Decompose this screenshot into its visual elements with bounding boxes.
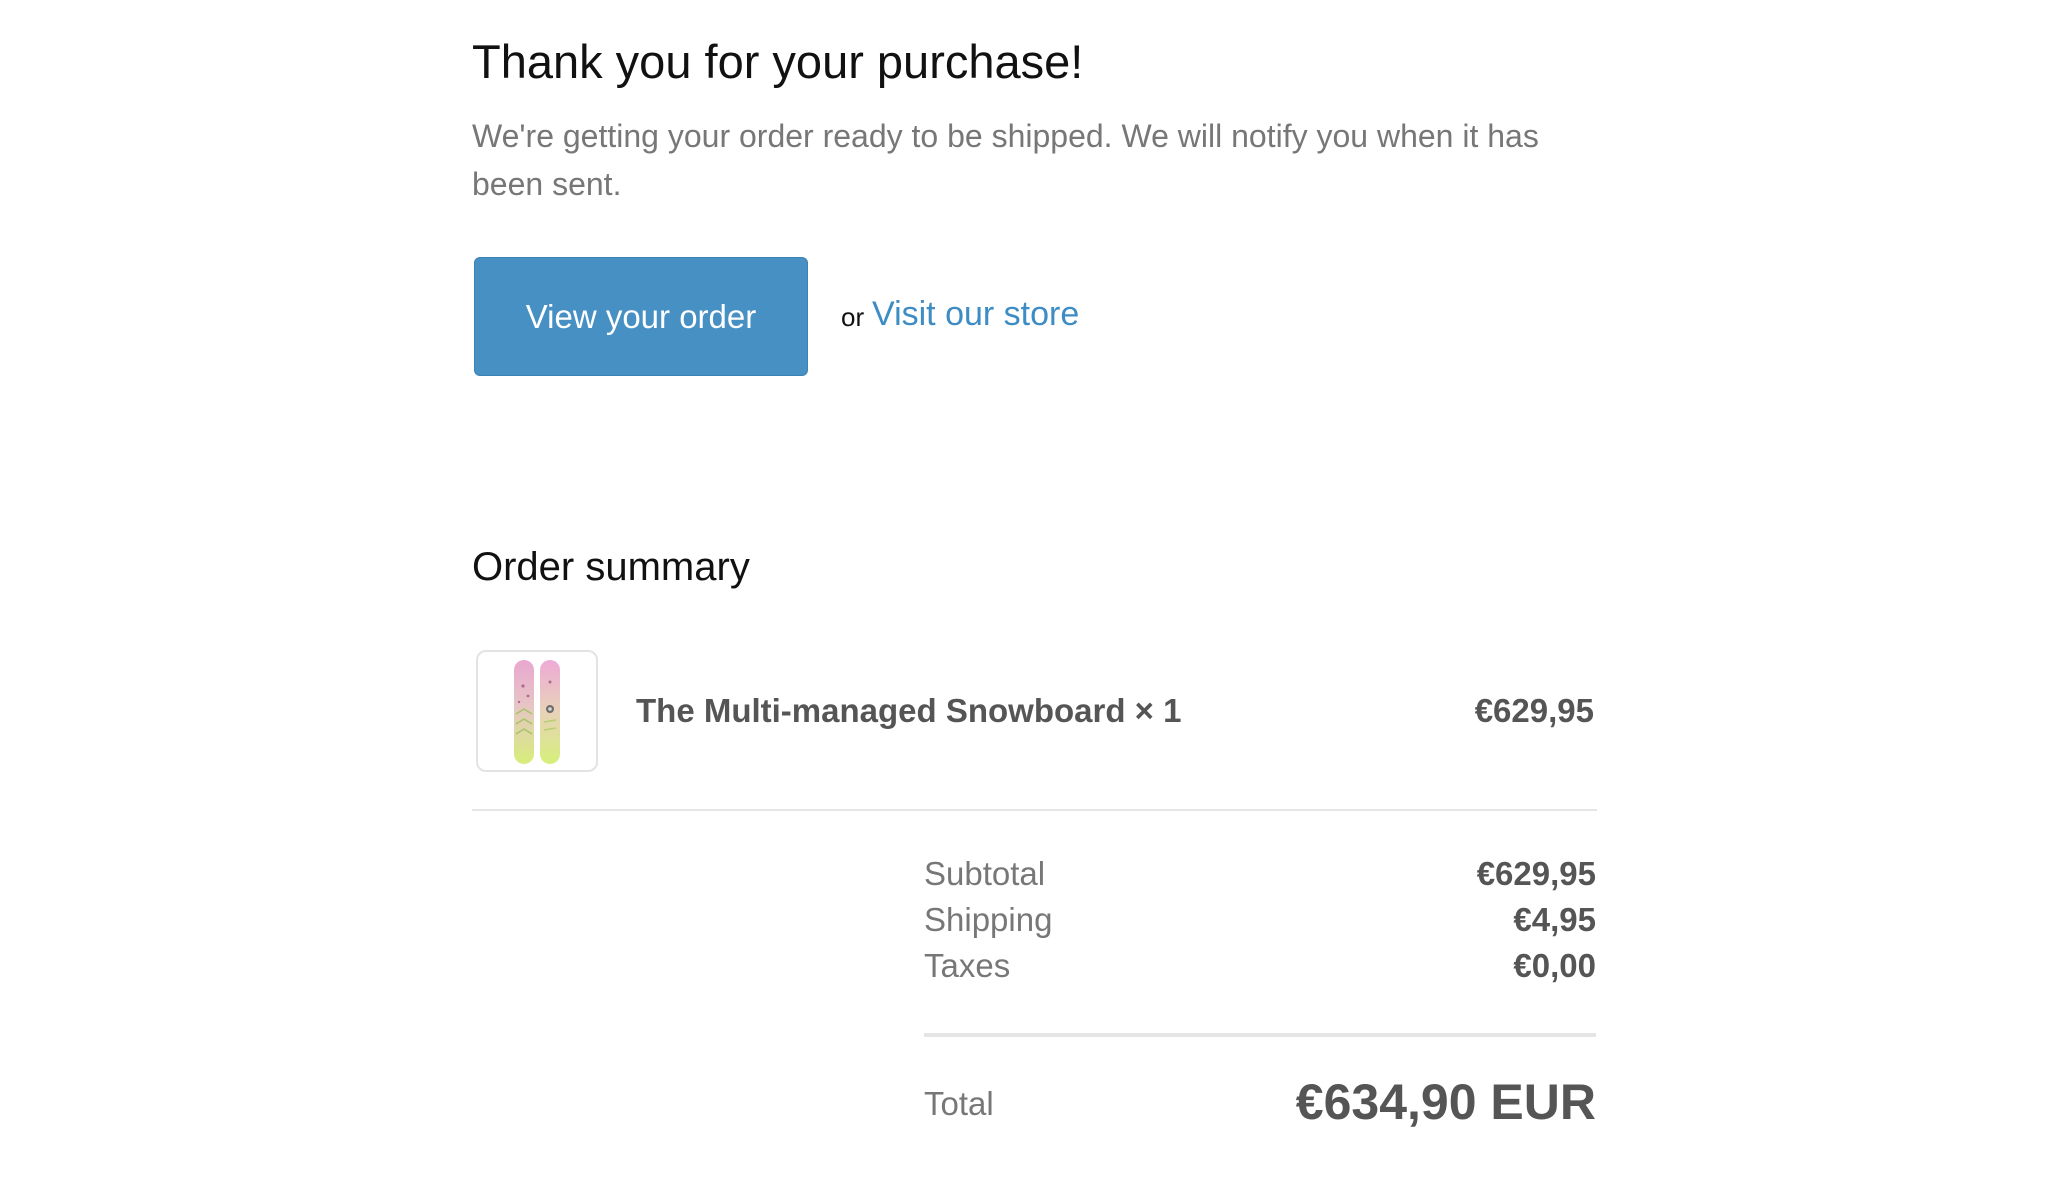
page-title: Thank you for your purchase!	[472, 35, 1084, 88]
line-item: The Multi-managed Snowboard × 1 €629,95	[472, 650, 1597, 774]
shipping-message: We're getting your order ready to be shi…	[472, 118, 1539, 202]
grand-total-value: €634,90 EUR	[1295, 1074, 1596, 1130]
shipping-row: Shipping €4,95	[924, 901, 1596, 947]
view-order-button[interactable]: View your order	[474, 257, 808, 376]
subtotal-value: €629,95	[1476, 855, 1596, 892]
shipping-label: Shipping	[924, 901, 1053, 938]
subtotal-label: Subtotal	[924, 855, 1046, 892]
snowboard-icon	[514, 660, 560, 764]
taxes-label: Taxes	[924, 947, 1011, 984]
summary-divider	[472, 809, 1597, 811]
subtotal-row: Subtotal €629,95	[924, 855, 1596, 901]
visit-store-link[interactable]: Visit our store	[872, 295, 1079, 334]
taxes-row: Taxes €0,00	[924, 947, 1596, 993]
totals-section: Subtotal €629,95 Shipping €4,95 Taxes €0…	[924, 855, 1596, 1130]
line-item-price: €629,95	[1474, 692, 1594, 729]
order-summary-heading: Order summary	[472, 545, 750, 589]
line-item-title: The Multi-managed Snowboard × 1	[636, 692, 1182, 729]
grand-total-label: Total	[924, 1085, 994, 1122]
or-text: or	[841, 302, 865, 332]
totals-divider	[924, 1033, 1596, 1037]
snowboard-product-image	[476, 650, 598, 772]
shipping-value: €4,95	[1513, 901, 1596, 938]
taxes-value: €0,00	[1513, 947, 1596, 984]
